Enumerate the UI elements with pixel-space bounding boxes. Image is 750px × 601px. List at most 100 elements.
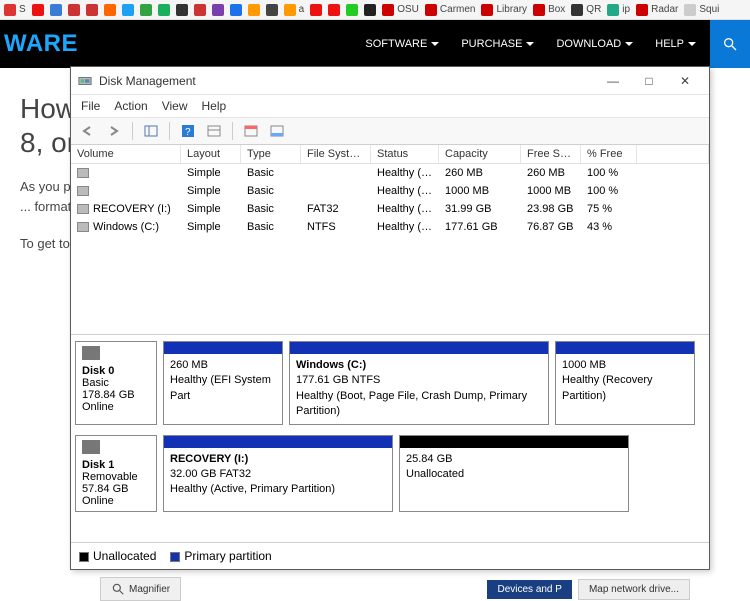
partition-stripe [164,342,282,354]
help-button[interactable]: ? [177,121,199,141]
menu-view[interactable]: View [162,99,188,113]
app-icon [77,73,93,89]
bookmark-item[interactable]: Radar [636,4,678,16]
browser-bookmarks-bar: S a OSU Carmen Library Box QR ip Radar S… [0,0,750,20]
legend-label: Unallocated [93,549,156,563]
window-maximize-button[interactable]: □ [637,71,661,91]
menu-help[interactable]: Help [202,99,227,113]
chevron-down-icon [431,42,439,46]
volume-row[interactable]: SimpleBasicHealthy (R...1000 MB1000 MB10… [71,182,709,200]
drive-icon [77,204,89,214]
drive-icon [77,222,89,232]
bookmark-item[interactable]: Library [481,4,527,16]
partition[interactable]: 25.84 GBUnallocated [399,435,629,512]
col-filesystem[interactable]: File System [301,145,371,163]
bookmark-item[interactable]: a [284,4,305,16]
bookmark-item[interactable]: Carmen [425,4,476,16]
settings-button[interactable] [203,121,225,141]
bookmark-item[interactable] [212,4,224,16]
view-top-button[interactable] [240,121,262,141]
bookmark-item[interactable] [328,4,340,16]
disk-management-window: Disk Management — □ ✕ File Action View H… [70,66,710,570]
svg-text:?: ? [185,127,191,138]
bookmark-item[interactable]: QR [571,4,601,16]
disk-info[interactable]: Disk 0Basic178.84 GBOnline [75,341,157,425]
disk-info[interactable]: Disk 1Removable57.84 GBOnline [75,435,157,512]
bookmark-item[interactable] [50,4,62,16]
col-capacity[interactable]: Capacity [439,145,521,163]
partition[interactable]: 1000 MBHealthy (Recovery Partition) [555,341,695,425]
window-minimize-button[interactable]: — [601,71,625,91]
col-layout[interactable]: Layout [181,145,241,163]
window-close-button[interactable]: ✕ [673,71,697,91]
col-type[interactable]: Type [241,145,301,163]
menu-action[interactable]: Action [114,99,147,113]
bookmark-item[interactable] [266,4,278,16]
col-freespace[interactable]: Free Spa... [521,145,581,163]
menubar: File Action View Help [71,95,709,118]
tile-magnifier[interactable]: Magnifier [100,577,181,601]
toolbar: ? [71,118,709,145]
search-button[interactable] [710,20,750,68]
tile-map-network-drive[interactable]: Map network drive... [578,579,690,600]
bookmark-item[interactable] [310,4,322,16]
nav-download[interactable]: DOWNLOAD [548,38,641,50]
disk-icon [82,346,100,360]
forward-button[interactable] [103,121,125,141]
bookmark-item[interactable]: ip [607,4,630,16]
bottom-strip: Magnifier Devices and P Map network driv… [100,577,690,601]
drive-icon [77,168,89,178]
disk-row: Disk 1Removable57.84 GBOnlineRECOVERY (I… [75,435,705,512]
chevron-down-icon [625,42,633,46]
partition-stripe [164,436,392,448]
disk-icon [82,440,100,454]
drive-icon [77,186,89,196]
bookmark-item[interactable] [86,4,98,16]
window-title: Disk Management [99,74,196,88]
bookmark-item[interactable] [158,4,170,16]
show-hide-tree-button[interactable] [140,121,162,141]
bookmark-item[interactable] [248,4,260,16]
bookmark-item[interactable] [194,4,206,16]
nav-purchase[interactable]: PURCHASE [453,38,542,50]
bookmark-item[interactable] [32,4,44,16]
bookmark-item[interactable] [176,4,188,16]
bookmark-item[interactable] [68,4,80,16]
bookmark-item[interactable]: S [4,4,26,16]
back-button[interactable] [77,121,99,141]
volume-row[interactable]: Windows (C:)SimpleBasicNTFSHealthy (B...… [71,218,709,236]
legend-label: Primary partition [184,549,271,563]
chevron-down-icon [526,42,534,46]
bookmark-item[interactable] [104,4,116,16]
menu-file[interactable]: File [81,99,100,113]
partition[interactable]: Windows (C:)177.61 GB NTFSHealthy (Boot,… [289,341,549,425]
bookmark-item[interactable] [364,4,376,16]
bookmark-item[interactable]: Squi [684,4,719,16]
chevron-down-icon [688,42,696,46]
volume-row[interactable]: RECOVERY (I:)SimpleBasicFAT32Healthy (A.… [71,200,709,218]
volume-row[interactable]: SimpleBasicHealthy (E...260 MB260 MB100 … [71,164,709,182]
legend-swatch-unallocated [79,552,89,562]
partition-stripe [556,342,694,354]
bookmark-item[interactable]: Box [533,4,565,16]
site-brand: WARE [0,30,78,58]
tile-devices[interactable]: Devices and P [487,580,571,599]
view-bottom-button[interactable] [266,121,288,141]
nav-software[interactable]: SOFTWARE [357,38,447,50]
legend: Unallocated Primary partition [71,542,709,569]
legend-swatch-primary [170,552,180,562]
partition[interactable]: RECOVERY (I:)32.00 GB FAT32Healthy (Acti… [163,435,393,512]
bookmark-item[interactable] [346,4,358,16]
bookmark-item[interactable] [140,4,152,16]
bookmark-item[interactable] [122,4,134,16]
col-volume[interactable]: Volume [71,145,181,163]
col-pctfree[interactable]: % Free [581,145,637,163]
search-icon [722,36,738,52]
partition[interactable]: 260 MBHealthy (EFI System Part [163,341,283,425]
partition-stripe [290,342,548,354]
window-titlebar[interactable]: Disk Management — □ ✕ [71,67,709,95]
bookmark-item[interactable] [230,4,242,16]
bookmark-item[interactable]: OSU [382,4,419,16]
col-status[interactable]: Status [371,145,439,163]
nav-help[interactable]: HELP [647,38,704,50]
